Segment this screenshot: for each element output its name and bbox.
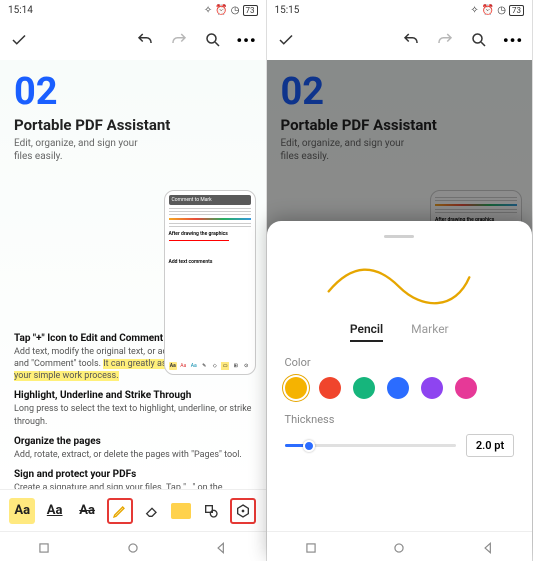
tab-pencil[interactable]: Pencil (350, 322, 383, 342)
underline-tool[interactable]: Aa (42, 498, 68, 524)
illustration-text-1: After drawing the graphics (169, 231, 251, 237)
page-subtitle: Edit, organize, and sign your files easi… (14, 137, 144, 163)
alarm-icon: ⏰ (482, 5, 494, 16)
strikethrough-tool[interactable]: Aa (74, 498, 100, 524)
color-swatch-yellow[interactable] (285, 377, 307, 399)
vibrate-icon: ✧ (470, 5, 478, 16)
draw-settings-panel: Pencil Marker Color Thickness 2.0 pt (267, 221, 533, 561)
more-button[interactable]: ••• (504, 31, 522, 49)
redo-button[interactable] (436, 31, 454, 49)
done-button[interactable] (10, 31, 28, 49)
document-view[interactable]: 02 Portable PDF Assistant Edit, organize… (0, 60, 266, 489)
section-2-heading: Highlight, Underline and Strike Through (14, 390, 252, 401)
done-button[interactable] (277, 31, 295, 49)
tab-marker[interactable]: Marker (411, 322, 448, 342)
section-4-heading: Sign and protect your PDFs (14, 469, 252, 480)
screenshot-right: 15:15 ✧ ⏰ ◷ 73 ••• 02 Portable PDF Assis… (267, 0, 533, 561)
page-subtitle: Edit, organize, and sign your files easi… (281, 137, 411, 163)
nav-back[interactable] (214, 540, 228, 554)
eraser-tool[interactable] (139, 498, 165, 524)
system-nav (0, 531, 266, 561)
highlight-tool[interactable]: Aa (9, 498, 35, 524)
redo-button[interactable] (170, 31, 188, 49)
thickness-value[interactable]: 2.0 pt (466, 434, 514, 457)
shape-tool[interactable] (198, 498, 224, 524)
status-icons: ✧ ⏰ ◷ 73 (204, 5, 258, 16)
color-swatch-green[interactable] (353, 377, 375, 399)
nav-back[interactable] (481, 540, 495, 554)
nav-recent[interactable] (37, 540, 51, 554)
section-4-body: Create a signature and sign your files. … (14, 482, 252, 489)
clock-icon: ◷ (231, 5, 240, 16)
status-bar: 15:14 ✧ ⏰ ◷ 73 (0, 0, 266, 20)
settings-tool[interactable] (230, 498, 256, 524)
stroke-preview (285, 248, 515, 316)
nav-recent[interactable] (304, 540, 318, 554)
battery-icon: 73 (243, 5, 258, 16)
brush-tabs: Pencil Marker (285, 322, 515, 342)
undo-button[interactable] (136, 31, 154, 49)
page-number-graphic: 02 (14, 70, 252, 114)
battery-icon: 73 (509, 5, 524, 16)
grab-handle[interactable] (384, 235, 414, 238)
search-button[interactable] (470, 31, 488, 49)
annotation-toolbar: Aa Aa Aa (0, 489, 266, 531)
status-time: 15:14 (8, 5, 33, 16)
page-title: Portable PDF Assistant (281, 116, 519, 134)
thickness-slider[interactable] (285, 444, 457, 447)
app-topbar: ••• (267, 20, 533, 60)
color-label: Color (285, 356, 515, 369)
app-topbar: ••• (0, 20, 266, 60)
illustration-phone: Comment to Mark After drawing the graphi… (164, 190, 256, 375)
note-tool[interactable] (171, 503, 191, 519)
thickness-label: Thickness (285, 413, 515, 426)
page-title: Portable PDF Assistant (14, 116, 252, 134)
color-swatches (285, 377, 515, 399)
status-bar: 15:15 ✧ ⏰ ◷ 73 (267, 0, 533, 20)
undo-button[interactable] (402, 31, 420, 49)
illustration-text-2: Add text comments (169, 259, 251, 265)
section-3-body: Add, rotate, extract, or delete the page… (14, 449, 252, 461)
status-time: 15:15 (275, 5, 300, 16)
alarm-icon: ⏰ (215, 5, 227, 16)
section-3-heading: Organize the pages (14, 436, 252, 447)
slider-thumb[interactable] (303, 440, 315, 452)
illustration-toolbar: Aa Aa Aa ✎ ◇ ▭ ⊞ ⊙ (169, 362, 251, 370)
color-swatch-blue[interactable] (387, 377, 409, 399)
system-nav (267, 531, 533, 561)
section-2-body: Long press to select the text to highlig… (14, 403, 252, 427)
nav-home[interactable] (126, 540, 140, 554)
page-number-graphic: 02 (281, 70, 519, 114)
nav-home[interactable] (392, 540, 406, 554)
clock-icon: ◷ (497, 5, 506, 16)
illustration-header: Comment to Mark (169, 195, 251, 205)
pencil-tool[interactable] (107, 498, 133, 524)
color-swatch-pink[interactable] (455, 377, 477, 399)
search-button[interactable] (204, 31, 222, 49)
color-swatch-purple[interactable] (421, 377, 443, 399)
more-button[interactable]: ••• (238, 31, 256, 49)
status-icons: ✧ ⏰ ◷ 73 (470, 5, 524, 16)
color-swatch-red[interactable] (319, 377, 341, 399)
vibrate-icon: ✧ (204, 5, 212, 16)
screenshot-left: 15:14 ✧ ⏰ ◷ 73 ••• 02 Portable PDF Assis… (0, 0, 267, 561)
